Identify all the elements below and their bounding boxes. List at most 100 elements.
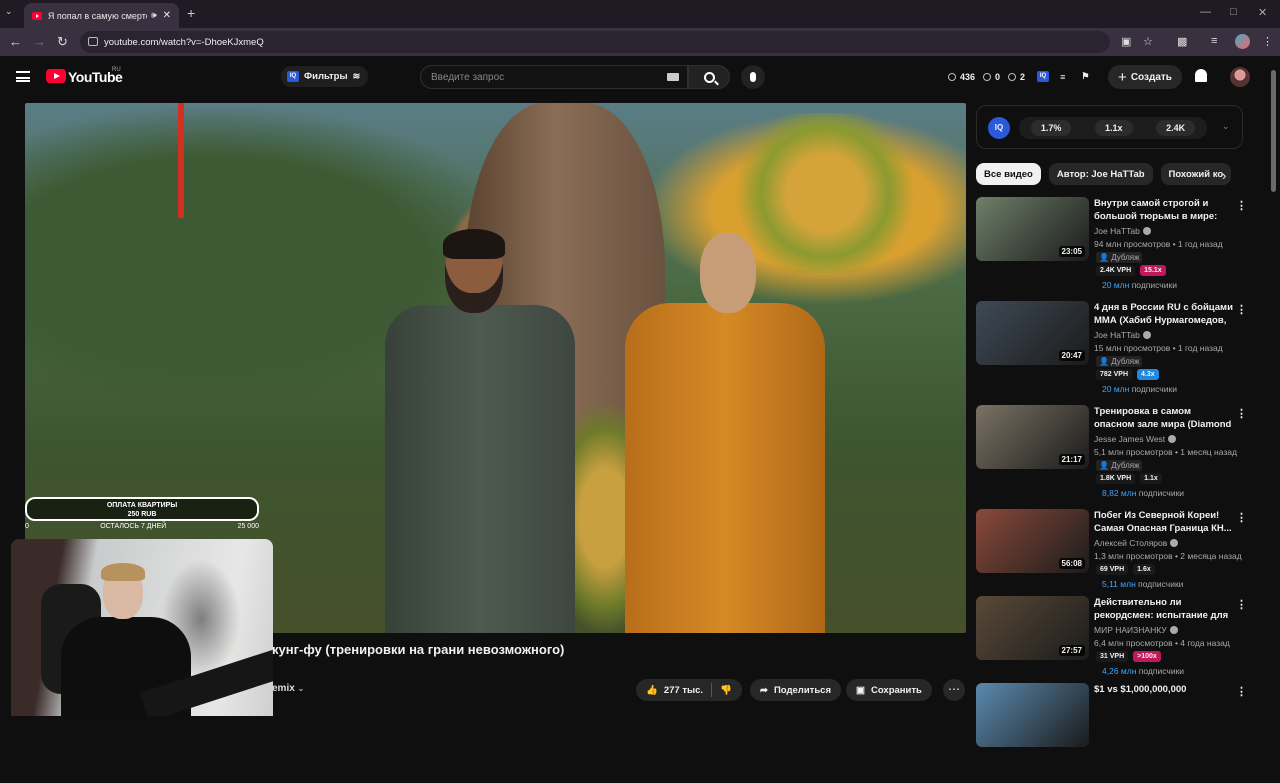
video-thumbnail[interactable]: 20:47	[976, 301, 1089, 365]
menu-icon[interactable]	[16, 71, 30, 82]
minimize-icon[interactable]: —	[1200, 6, 1211, 18]
maximize-icon[interactable]: □	[1230, 6, 1237, 18]
save-icon: ▣	[856, 684, 865, 696]
filters-button[interactable]: IQ Фильтры ≋	[281, 66, 369, 87]
reading-list-icon[interactable]: ≡	[1211, 35, 1217, 47]
channel-name-fragment[interactable]: emix ⌄	[272, 683, 304, 694]
recommendation-channel[interactable]: Алексей Столяров	[1094, 538, 1179, 548]
duration-badge: 21:17	[1058, 454, 1085, 465]
like-button[interactable]: 👍 277 тыс. 👎	[636, 679, 742, 701]
multiplier-badge: >100x	[1133, 651, 1161, 662]
search-icon	[703, 71, 715, 83]
forward-icon[interactable]: →	[33, 34, 46, 49]
browser-tab-active[interactable]: Я попал в самую смертоно 🕪 ✕	[24, 3, 179, 28]
chevron-right-icon[interactable]: ›	[1222, 168, 1226, 183]
verified-icon	[1169, 626, 1178, 634]
vph-tags: 1.8K VPH 1.1x	[1096, 473, 1162, 484]
chip-similar[interactable]: Похожий ко	[1160, 163, 1232, 185]
recommendation-item[interactable]: 20:47 4 дня в России RU с бойцами ММА (Ха…	[976, 301, 1247, 401]
bookmark-star-icon[interactable]: ☆	[1143, 35, 1153, 48]
create-button[interactable]: + Создать	[1108, 65, 1182, 89]
more-actions-button[interactable]: ⋯	[943, 679, 965, 701]
video-red-ribbon	[178, 103, 184, 218]
notifications-bell-icon[interactable]	[1195, 69, 1207, 82]
recommendation-item[interactable]: 23:05 Внутри самой строгой и большой тюрь…	[976, 197, 1247, 297]
more-options-icon[interactable]: ⋮	[1236, 598, 1247, 611]
account-avatar[interactable]	[1230, 67, 1250, 87]
plus-icon: +	[1118, 68, 1127, 86]
save-button[interactable]: ▣ Сохранить	[846, 679, 932, 701]
list-icon[interactable]: ≡	[1060, 72, 1065, 82]
recommendation-title[interactable]: $1 vs $1,000,000,000	[1094, 683, 1234, 696]
stat-two: 2	[1020, 71, 1026, 82]
site-info-icon[interactable]	[88, 37, 98, 46]
url-text: youtube.com/watch?v=-DhoeKJxmeQ	[104, 36, 264, 48]
chip-all-videos[interactable]: Все видео	[976, 163, 1041, 185]
recommendation-title[interactable]: Тренировка в самом опасном зале мира (Di…	[1094, 405, 1234, 431]
recommendation-item[interactable]: 56:08 Побег Из Северной Кореи! Самая Опас…	[976, 509, 1247, 609]
keyboard-icon[interactable]	[667, 73, 679, 81]
chevron-down-icon[interactable]: ⌄	[298, 684, 305, 693]
browser-tab-strip: ⌄ Я попал в самую смертоно 🕪 ✕ + — □ ✕	[0, 0, 1280, 28]
video-thumbnail[interactable]: 27:57	[976, 596, 1089, 660]
sliders-icon: ≋	[352, 71, 361, 81]
iq-logo-icon[interactable]: IQ	[988, 117, 1010, 139]
more-options-icon[interactable]: ⋮	[1236, 685, 1247, 698]
recommendation-title[interactable]: 4 дня в России RU с бойцами ММА (Хабиб Н…	[1094, 301, 1234, 327]
more-options-icon[interactable]: ⋮	[1236, 199, 1247, 212]
page-scrollbar[interactable]	[1271, 70, 1276, 192]
recommendation-title[interactable]: Действительно ли рекордсмен: испытание д…	[1094, 596, 1234, 622]
speaker-icon[interactable]: 🕪	[151, 10, 157, 21]
video-thumbnail[interactable]: 56:08	[976, 509, 1089, 573]
more-options-icon[interactable]: ⋮	[1236, 511, 1247, 524]
recommendation-meta: 5,1 млн просмотров • 1 месяц назад	[1094, 447, 1237, 457]
video-thumbnail[interactable]	[976, 683, 1089, 747]
more-options-icon[interactable]: ⋮	[1236, 303, 1247, 316]
trophy-icon[interactable]: ⚑	[1081, 71, 1089, 82]
voice-search-button[interactable]	[741, 65, 765, 89]
video-thumbnail[interactable]: 21:17	[976, 405, 1089, 469]
thumbs-down-icon[interactable]: 👎	[720, 685, 732, 696]
iq-metrics-bar: 1.7% 1.1x 2.4K	[1019, 117, 1207, 139]
related-filter-chips: Все видео Автор: Joe HaTTab Похожий ко	[976, 163, 1241, 185]
tab-close-icon[interactable]: ✕	[163, 10, 171, 21]
recommendation-channel[interactable]: МИР НАИЗНАНКУ	[1094, 625, 1178, 635]
recommendation-title[interactable]: Внутри самой строгой и большой тюрьмы в …	[1094, 197, 1234, 223]
back-icon[interactable]: ←	[9, 34, 22, 49]
search-placeholder: Введите запрос	[431, 71, 505, 83]
chevron-down-icon[interactable]: ⌄	[1222, 121, 1230, 132]
filters-label: Фильтры	[304, 71, 348, 82]
iq-badge-icon[interactable]: IQ	[1037, 71, 1050, 82]
subscriber-count: 5,11 млн подписчики	[1102, 579, 1184, 589]
cast-icon[interactable]: ▣	[1121, 35, 1131, 48]
tab-search-icon[interactable]: ⌄	[5, 6, 13, 17]
address-bar[interactable]: youtube.com/watch?v=-DhoeKJxmeQ	[80, 31, 1110, 53]
iq-metric-ctr: 1.7%	[1030, 120, 1072, 136]
reload-icon[interactable]: ↻	[57, 34, 68, 50]
recommendation-item[interactable]: 21:17 Тренировка в самом опасном зале мир…	[976, 405, 1247, 505]
multiplier-badge: 4.3x	[1137, 369, 1159, 380]
search-input[interactable]: Введите запрос	[420, 65, 688, 89]
search-button[interactable]	[688, 65, 730, 89]
vph-badge: 1.8K VPH	[1096, 473, 1136, 484]
share-button[interactable]: ➦ Поделиться	[750, 679, 841, 701]
video-thumbnail[interactable]: 23:05	[976, 197, 1089, 261]
recommendation-channel[interactable]: Joe HaTTab	[1094, 330, 1151, 340]
recommendation-channel[interactable]: Jesse James West	[1094, 434, 1177, 444]
close-window-icon[interactable]: ✕	[1258, 6, 1267, 19]
extensions-icon[interactable]: ▩	[1177, 35, 1187, 48]
dub-badge: 👤 Дубляж	[1096, 356, 1143, 367]
recommendation-item[interactable]: $1 vs $1,000,000,000 ⋮	[976, 683, 1247, 783]
save-label: Сохранить	[870, 684, 922, 696]
profile-avatar[interactable]	[1235, 34, 1250, 49]
recommendation-channel[interactable]: Joe HaTTab	[1094, 226, 1151, 236]
browser-menu-icon[interactable]: ⋮	[1262, 35, 1273, 48]
new-tab-button[interactable]: +	[187, 5, 195, 21]
more-options-icon[interactable]: ⋮	[1236, 407, 1247, 420]
vph-tags: 2.4K VPH 15.1x	[1096, 265, 1166, 276]
recommendation-title[interactable]: Побег Из Северной Кореи! Самая Опасная Г…	[1094, 509, 1234, 535]
recommendation-item[interactable]: 27:57 Действительно ли рекордсмен: испыта…	[976, 596, 1247, 696]
chip-author[interactable]: Автор: Joe HaTTab	[1048, 163, 1153, 185]
youtube-logo-icon[interactable]	[46, 69, 66, 83]
video-title: кунг-фу (тренировки на грани невозможног…	[272, 642, 565, 657]
